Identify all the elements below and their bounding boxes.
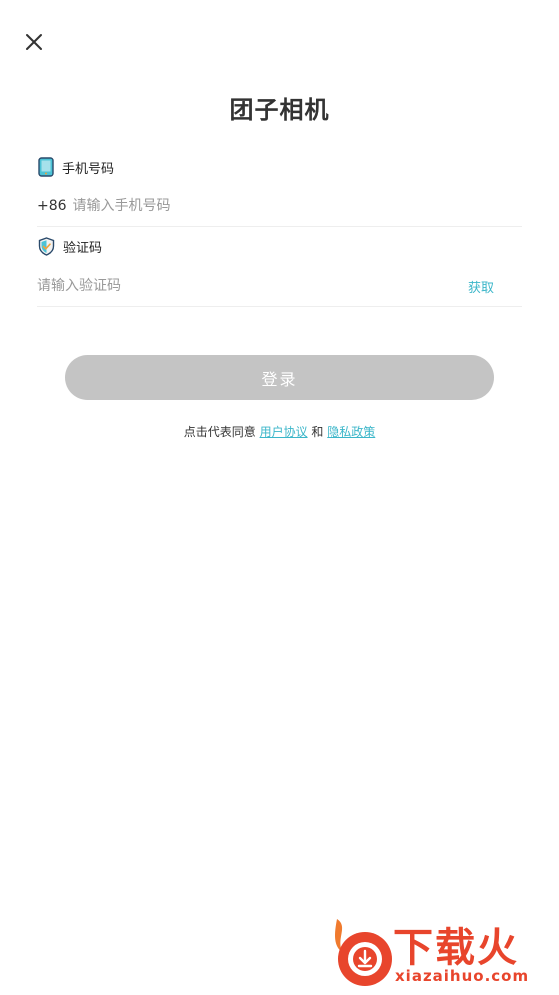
agreement-text: 点击代表同意 用户协议 和 隐私政策 xyxy=(0,423,559,440)
watermark-logo: 下载火 xiazaihuo.com xyxy=(329,913,553,991)
phone-label: 手机号码 xyxy=(62,161,115,177)
phone-field: +86 xyxy=(37,186,522,227)
close-icon xyxy=(26,34,42,50)
agreement-prefix: 点击代表同意 xyxy=(183,425,256,439)
phone-input[interactable] xyxy=(72,191,522,221)
code-input[interactable] xyxy=(37,271,468,301)
phone-icon xyxy=(38,157,54,177)
close-button[interactable] xyxy=(22,30,46,54)
shield-check-icon xyxy=(38,237,55,256)
page-title: 团子相机 xyxy=(229,96,330,124)
user-agreement-link[interactable]: 用户协议 xyxy=(260,425,308,439)
login-button[interactable]: 登录 xyxy=(65,355,494,400)
watermark-url: xiazaihuo.com xyxy=(395,967,530,985)
country-code[interactable]: +86 xyxy=(37,198,67,214)
get-code-button[interactable]: 获取 xyxy=(468,277,494,296)
agreement-and: 和 xyxy=(311,425,324,439)
code-field: 获取 xyxy=(37,266,522,307)
code-label-row: 验证码 xyxy=(38,237,102,256)
watermark-text: 下载火 xyxy=(393,925,519,971)
login-page: 团子相机 手机号码 +86 验证码 获取 登录 点击代表同意 用户协议 和 隐私… xyxy=(0,0,559,995)
phone-label-row: 手机号码 xyxy=(38,157,114,177)
flame-logo-icon xyxy=(335,919,392,986)
privacy-policy-link[interactable]: 隐私政策 xyxy=(327,425,375,439)
code-label: 验证码 xyxy=(63,241,103,256)
